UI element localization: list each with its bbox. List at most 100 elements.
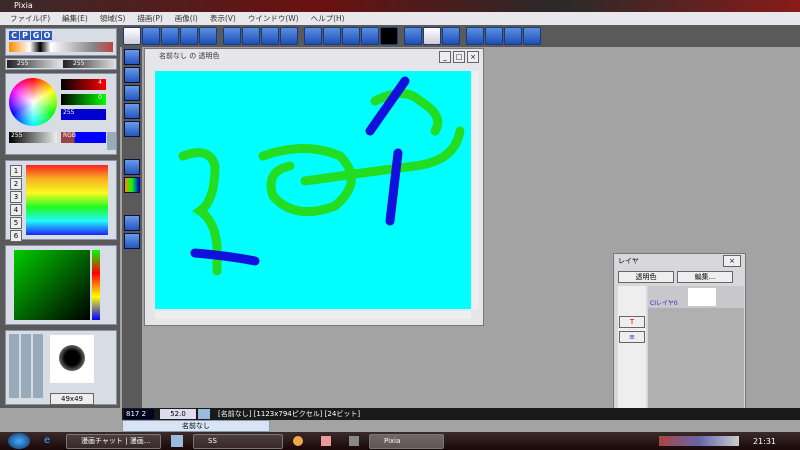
pen-tool-icon[interactable] xyxy=(124,49,140,65)
edit-button[interactable]: 編集... xyxy=(677,271,733,283)
menu-help[interactable]: ヘルプ(H) xyxy=(305,12,351,25)
menu-file[interactable]: ファイル(F) xyxy=(4,12,56,25)
menu-select[interactable]: 領域(S) xyxy=(94,12,132,25)
tool-icon[interactable] xyxy=(423,27,441,45)
task-icon-c[interactable] xyxy=(349,436,359,446)
layer-list: CIレイヤ0 xyxy=(648,286,744,416)
undo-icon[interactable] xyxy=(223,27,241,45)
tab-g[interactable]: G xyxy=(31,31,41,40)
document-tab[interactable]: 名前なし xyxy=(122,420,270,432)
eyedropper-icon[interactable] xyxy=(124,159,140,175)
app-title: Pixia xyxy=(14,1,33,10)
gray-slider[interactable]: 255 xyxy=(9,132,57,143)
drawing-canvas[interactable] xyxy=(155,71,471,309)
layer-close-button[interactable]: × xyxy=(723,255,741,267)
layer-thumbnail xyxy=(688,288,716,306)
color-mode[interactable]: RGB xyxy=(61,132,106,143)
menu-image[interactable]: 画像(I) xyxy=(169,12,204,25)
zoom-icon[interactable] xyxy=(342,27,360,45)
clock[interactable]: 21:31 xyxy=(753,437,776,446)
task-icon-a[interactable] xyxy=(293,436,303,446)
taskbar: e 漫画チャット | 漫画... SS Pixia 21:31 xyxy=(0,432,800,450)
tab-o[interactable]: O xyxy=(42,31,52,40)
pen-icon[interactable] xyxy=(304,27,322,45)
system-tray-icons[interactable] xyxy=(658,436,739,446)
rect-tool-icon[interactable] xyxy=(124,85,140,101)
palette-swatches[interactable] xyxy=(26,165,108,235)
save-icon[interactable] xyxy=(180,27,198,45)
fill-tool-icon[interactable] xyxy=(124,103,140,119)
minimize-button[interactable]: _ xyxy=(439,51,451,63)
brush-size[interactable]: 49x49 xyxy=(50,393,94,405)
expand-button[interactable] xyxy=(107,132,116,150)
brush-preview xyxy=(59,345,85,371)
title-bar: Pixia xyxy=(0,0,800,12)
toolbar xyxy=(120,25,800,47)
canvas-window: 名前なし の 透明色 _ □ × xyxy=(144,48,484,326)
open-icon[interactable] xyxy=(142,27,160,45)
stamp-icon[interactable] xyxy=(124,215,140,231)
zoom-arrow-button[interactable] xyxy=(198,409,210,419)
horizontal-scrollbar[interactable] xyxy=(155,311,471,319)
record-icon[interactable] xyxy=(466,27,484,45)
print-icon[interactable] xyxy=(199,27,217,45)
redo-icon[interactable] xyxy=(242,27,260,45)
task-chrome[interactable]: 漫画チャット | 漫画... xyxy=(66,433,161,449)
task-folder[interactable]: SS xyxy=(193,433,283,449)
transparent-color-button[interactable]: 透明色 xyxy=(618,271,674,283)
brush-tools-row[interactable] xyxy=(9,42,113,52)
copy-icon[interactable] xyxy=(261,27,279,45)
zoom-level[interactable]: 52.0 xyxy=(160,409,196,419)
palette-row-5[interactable]: 5 xyxy=(10,217,22,229)
menu-draw[interactable]: 描画(P) xyxy=(131,12,168,25)
globe-icon[interactable] xyxy=(504,27,522,45)
canvas-window-title: 名前なし の 透明色 xyxy=(159,52,220,60)
tab-c[interactable]: C xyxy=(9,31,19,40)
eraser-icon[interactable] xyxy=(124,233,140,249)
hue-bar[interactable] xyxy=(92,250,100,320)
d-value[interactable]: 255 xyxy=(63,60,115,68)
start-button[interactable] xyxy=(8,433,30,449)
layer-list-icon[interactable]: ≡ xyxy=(619,331,645,343)
menu-view[interactable]: 表示(V) xyxy=(204,12,242,25)
close-button[interactable]: × xyxy=(467,51,479,63)
vertical-scrollbar[interactable] xyxy=(471,71,479,309)
menu-edit[interactable]: 編集(E) xyxy=(56,12,94,25)
palette-row-6[interactable]: 6 xyxy=(10,230,22,242)
task-icon-b[interactable] xyxy=(321,436,331,446)
help-icon[interactable] xyxy=(523,27,541,45)
grid-icon[interactable] xyxy=(442,27,460,45)
ie-icon[interactable]: e xyxy=(44,435,56,447)
paste-icon[interactable] xyxy=(280,27,298,45)
green-slider[interactable]: 0 xyxy=(61,94,106,105)
palette-row-2[interactable]: 2 xyxy=(10,178,22,190)
palette-row-1[interactable]: 1 xyxy=(10,165,22,177)
color-tool-icon[interactable] xyxy=(124,177,140,193)
text-icon[interactable] xyxy=(361,27,379,45)
brush-icon[interactable] xyxy=(323,27,341,45)
select-tool-icon[interactable] xyxy=(124,121,140,137)
pencil-tool-icon[interactable] xyxy=(124,67,140,83)
color-wheel[interactable] xyxy=(9,78,57,126)
t-value[interactable]: 255 xyxy=(7,60,59,68)
layer-row[interactable]: CIレイヤ0 xyxy=(648,286,744,308)
pencil-icon[interactable] xyxy=(485,27,503,45)
maximize-button[interactable]: □ xyxy=(453,51,465,63)
document-tabs: 名前なし xyxy=(122,420,800,432)
task-notepad-icon[interactable] xyxy=(171,435,183,447)
menu-window[interactable]: ウインドウ(W) xyxy=(242,12,305,25)
brush-shapes[interactable] xyxy=(9,334,45,398)
blue-slider[interactable]: 255 xyxy=(61,109,106,120)
tool-tabs-panel: C P G O xyxy=(5,28,117,56)
red-slider[interactable]: 4 xyxy=(61,79,106,90)
palette-row-3[interactable]: 3 xyxy=(10,191,22,203)
layer-add-icon[interactable]: T xyxy=(619,316,645,328)
window-icon[interactable] xyxy=(404,27,422,45)
tab-p[interactable]: P xyxy=(20,31,30,40)
palette-row-4[interactable]: 4 xyxy=(10,204,22,216)
color-field[interactable] xyxy=(14,250,90,320)
color-icon[interactable] xyxy=(380,27,398,45)
task-pixia[interactable]: Pixia xyxy=(369,433,444,449)
new-icon[interactable] xyxy=(123,27,141,45)
camera-icon[interactable] xyxy=(161,27,179,45)
